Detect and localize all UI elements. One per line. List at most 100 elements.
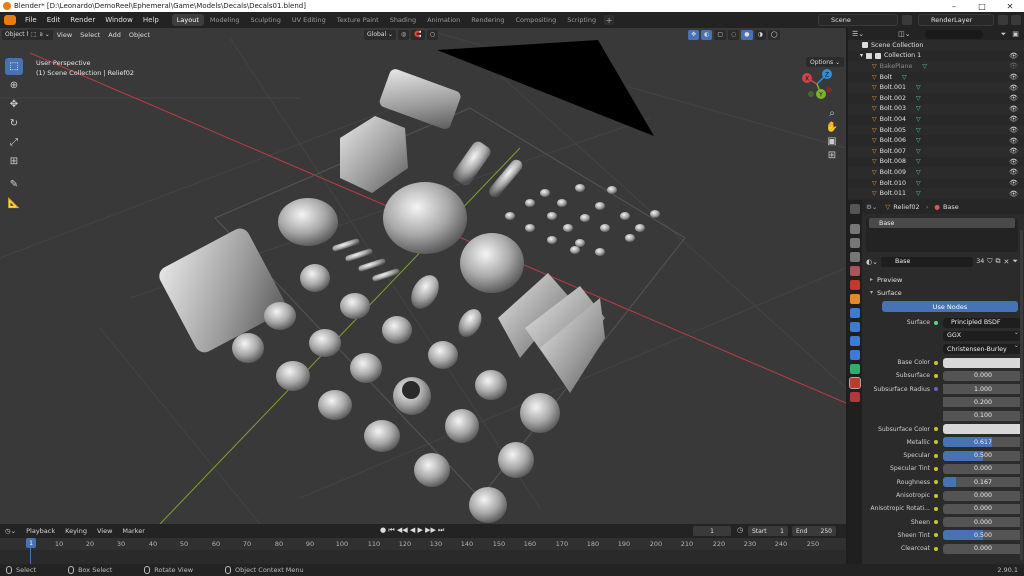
input-socket-icon[interactable] — [934, 453, 938, 458]
input-socket-icon[interactable] — [934, 546, 938, 551]
outliner-item-bolt-002[interactable]: ▽ Bolt.002 ▽ 👁 — [848, 93, 1024, 104]
menu-edit[interactable]: Edit — [42, 16, 66, 24]
surface-shader-field[interactable]: Principled BSDF — [943, 317, 1023, 328]
end-frame-field[interactable]: End 250 — [792, 526, 836, 536]
outliner-item-bolt[interactable]: ▽ Bolt ▽ 👁 — [848, 72, 1024, 83]
object-tab-icon[interactable] — [850, 294, 860, 304]
menu-render[interactable]: Render — [65, 16, 100, 24]
rivet-grid[interactable] — [505, 184, 660, 256]
visibility-eye-icon[interactable]: 👁 — [1009, 158, 1018, 166]
scene-tab-icon[interactable] — [850, 266, 860, 276]
tab-scripting[interactable]: Scripting — [562, 14, 601, 26]
bake-plane[interactable] — [437, 40, 654, 136]
visibility-eye-icon[interactable]: 👁 — [1009, 73, 1018, 81]
scale-icon[interactable]: ⤢ — [5, 134, 23, 151]
constraints-tab-icon[interactable] — [850, 350, 860, 360]
color-swatch[interactable] — [943, 357, 1023, 368]
frame-ruler[interactable]: 0 10 20 30 40 50 60 70 80 90 100 110 120… — [0, 538, 846, 550]
link-dropdown-icon[interactable]: ⏷ — [1012, 257, 1018, 266]
close-button[interactable]: ✕ — [996, 0, 1024, 12]
input-socket-icon[interactable] — [934, 493, 938, 498]
vector-field[interactable]: 1.000 — [943, 384, 1023, 395]
minimize-button[interactable]: – — [940, 0, 968, 12]
add-workspace-button[interactable]: + — [604, 15, 615, 25]
number-slider[interactable]: 0.167 — [943, 477, 1023, 488]
menu-help[interactable]: Help — [138, 16, 164, 24]
viewport-menu-object[interactable]: Object — [125, 31, 154, 39]
outliner-item-bolt-009[interactable]: ▽ Bolt.009 ▽ 👁 — [848, 167, 1024, 178]
scene-selector[interactable]: Scene — [818, 14, 898, 26]
outliner-item-bolt-003[interactable]: ▽ Bolt.003 ▽ 👁 — [848, 103, 1024, 115]
select-tool-icon[interactable]: ⬚ — [28, 29, 40, 39]
measure-icon[interactable]: 📐 — [5, 195, 23, 212]
outliner-item-bolt-001[interactable]: ▽ Bolt.001 ▽ 👁 — [848, 82, 1024, 93]
hidden-eye-icon[interactable]: 👁 — [1009, 62, 1018, 70]
outliner-item-bakeplane[interactable]: ▽ BakePlane ▽ 👁 — [848, 61, 1024, 72]
texture-tab-icon[interactable] — [850, 392, 860, 402]
number-slider[interactable]: 0.000 — [943, 370, 1023, 381]
outliner-item-bolt-011[interactable]: ▽ Bolt.011 ▽ 👁 — [848, 188, 1024, 199]
duplicate-material-icon[interactable]: ⧉ — [996, 257, 1001, 266]
menu-window[interactable]: Window — [100, 16, 138, 24]
pivot-icon[interactable]: ◎ — [398, 29, 410, 40]
color-swatch[interactable] — [943, 424, 1023, 435]
select-box-icon[interactable]: ⬚ — [5, 58, 23, 75]
blender-logo-icon[interactable] — [4, 15, 16, 25]
navigation-gizmo[interactable]: Z X Y — [797, 64, 837, 104]
zoom-icon[interactable]: ⌕ — [825, 106, 839, 120]
outliner-collection-1[interactable]: ▾ Collection 1 👁 — [848, 51, 1024, 62]
tab-modeling[interactable]: Modeling — [205, 14, 245, 26]
input-socket-icon[interactable] — [934, 373, 938, 378]
visibility-eye-icon[interactable]: 👁 — [1009, 126, 1018, 134]
tab-rendering[interactable]: Rendering — [466, 14, 509, 26]
world-tab-icon[interactable] — [850, 280, 860, 290]
new-collection-icon[interactable]: ▣ — [1012, 30, 1019, 38]
input-socket-icon[interactable] — [934, 440, 938, 445]
unlink-material-icon[interactable]: ✕ — [1004, 258, 1010, 266]
input-socket-icon[interactable] — [934, 506, 938, 511]
shading-solid-icon[interactable]: ● — [741, 29, 753, 40]
timeline-menu-playback[interactable]: Playback — [21, 527, 60, 535]
viewport-menu-select[interactable]: Select — [76, 31, 104, 39]
exclude-checkbox[interactable] — [866, 52, 873, 59]
outliner-display-mode-icon[interactable]: ◫⌄ — [898, 30, 910, 38]
outliner-panel[interactable]: ☰⌄ ◫⌄ ⏷ ▣ Scene Collection ▾ Collection 1… — [848, 28, 1024, 200]
visibility-eye-icon[interactable]: 👁 — [1009, 84, 1018, 92]
browse-material-icon[interactable]: ◐⌄ — [866, 258, 878, 266]
visibility-eye-icon[interactable]: 👁 — [1009, 147, 1018, 155]
material-slot-list[interactable]: Base — [866, 218, 1018, 252]
visibility-eye-icon[interactable]: 👁 — [1009, 168, 1018, 176]
fake-user-icon[interactable]: ⛉ — [987, 257, 992, 266]
current-frame-field[interactable]: 1 — [693, 526, 731, 536]
material-slot-item[interactable]: Base — [869, 218, 1015, 228]
new-view-layer-icon[interactable] — [998, 15, 1008, 25]
visibility-eye-icon[interactable]: 👁 — [1009, 115, 1018, 123]
input-socket-icon[interactable] — [934, 360, 938, 365]
camera-icon[interactable]: ▣ — [825, 134, 839, 148]
proportional-edit-icon[interactable]: ○ — [426, 29, 439, 40]
input-socket-icon[interactable] — [934, 387, 938, 392]
outliner-item-bolt-004[interactable]: ▽ Bolt.004 ▽ 👁 — [848, 114, 1024, 125]
number-slider[interactable]: 0.500 — [943, 530, 1023, 541]
input-socket-icon[interactable] — [934, 480, 938, 485]
number-slider[interactable]: 0.500 — [943, 450, 1023, 461]
visibility-eye-icon[interactable]: 👁 — [1009, 190, 1018, 198]
number-slider[interactable]: 0.000 — [943, 543, 1023, 554]
viewport-menu-add[interactable]: Add — [104, 31, 125, 39]
render-tab-icon[interactable] — [850, 224, 860, 234]
start-frame-field[interactable]: Start 1 — [748, 526, 788, 536]
input-socket-icon[interactable] — [934, 533, 938, 538]
tool-tab-icon[interactable] — [850, 204, 860, 214]
subsurface-method-dropdown[interactable]: Christensen-Burley — [943, 344, 1023, 355]
input-socket-icon[interactable] — [934, 466, 938, 471]
outliner-item-bolt-007[interactable]: ▽ Bolt.007 ▽ 👁 — [848, 145, 1024, 157]
menu-file[interactable]: File — [20, 16, 42, 24]
maximize-button[interactable]: □ — [968, 0, 996, 12]
distribution-dropdown[interactable]: GGX — [943, 330, 1023, 341]
properties-panel[interactable]: ⚙⌄ ▽ Relief02 › ● Base Base ◐⌄ Base 34 ⛉… — [848, 200, 1024, 564]
particles-tab-icon[interactable] — [850, 322, 860, 332]
outliner-item-bolt-005[interactable]: ▽ Bolt.005 ▽ 👁 — [848, 124, 1024, 136]
view-layer-tab-icon[interactable] — [850, 252, 860, 262]
viewport-menu-view[interactable]: View — [53, 31, 76, 39]
input-socket-icon[interactable] — [934, 520, 938, 525]
